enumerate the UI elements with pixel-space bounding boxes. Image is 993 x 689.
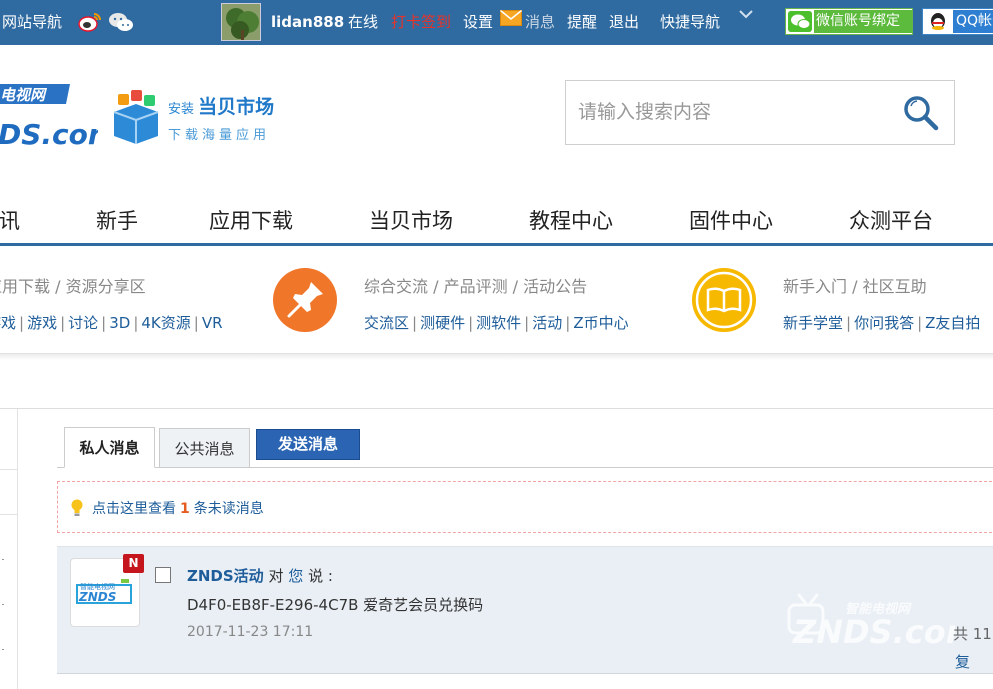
sidebar-bullet	[2, 604, 4, 605]
book-icon[interactable]	[692, 268, 756, 332]
search-input[interactable]	[578, 95, 878, 129]
wechat-bind-label: 微信账号绑定	[814, 10, 912, 33]
app-box-icon	[113, 90, 159, 144]
wechat-icon[interactable]	[108, 11, 134, 33]
message-checkbox[interactable]	[155, 567, 171, 583]
section-links-help: 新手学堂 | 你问我答 | Z友自拍	[783, 314, 981, 332]
section-link[interactable]: Z币中心	[573, 314, 628, 332]
message-header: ZNDS活动 对 您 说 :	[187, 565, 333, 586]
send-message-button[interactable]: 发送消息	[256, 429, 360, 460]
unread-notice: 点击这里查看 1 条未读消息	[57, 481, 993, 533]
weibo-icon[interactable]	[78, 11, 102, 33]
recipient-you[interactable]: 您	[288, 567, 303, 585]
reply-link[interactable]: 复	[955, 651, 970, 672]
pushpin-icon[interactable]	[273, 268, 337, 332]
unread-notice-link[interactable]: 点击这里查看 1 条未读消息	[92, 498, 264, 518]
lightbulb-icon	[71, 499, 83, 516]
sidebar-bullet	[2, 559, 4, 560]
avatar-logo-text: ZNDS	[78, 590, 116, 604]
message-row: 智能电视网 ZNDS N ZNDS活动 对 您 说 : D4F0-EB8F-E2…	[57, 546, 993, 674]
message-timestamp: 2017-11-23 17:11	[187, 624, 314, 640]
settings-link[interactable]: 设置	[463, 12, 493, 32]
dangbei-name: 当贝市场	[198, 96, 275, 118]
qq-login-button[interactable]: QQ帐号登录	[922, 8, 993, 35]
wechat-icon	[788, 11, 812, 32]
section-link[interactable]: 新手学堂	[783, 314, 843, 332]
notice-prefix: 点击这里查看	[92, 501, 176, 517]
section-link[interactable]: 4K资源	[141, 314, 190, 332]
section-links-community: 交流区 | 测硬件 | 测软件 | 活动 | Z币中心	[364, 314, 629, 332]
quick-nav-link[interactable]: 快捷导航	[660, 12, 720, 32]
nav-beginner[interactable]: 新手	[96, 205, 138, 235]
qq-penguin-icon	[931, 13, 945, 30]
section-link[interactable]: 测硬件	[420, 314, 465, 332]
online-status[interactable]: 在线	[348, 12, 378, 32]
dangbei-title: 安装 当贝市场	[168, 92, 274, 119]
tab-baseline	[57, 467, 993, 468]
section-title-help: 新手入门 / 社区互助	[783, 277, 927, 296]
section-link[interactable]: 你问我答	[854, 314, 914, 332]
section-link[interactable]: 交流区	[364, 314, 409, 332]
section-link[interactable]: 游戏	[27, 314, 57, 332]
sidebar-bullet	[2, 649, 4, 650]
section-link[interactable]: 讨论	[68, 314, 98, 332]
checkin-link[interactable]: 打卡签到	[391, 12, 451, 32]
qq-login-label: QQ帐号登录	[953, 10, 993, 33]
tab-public-messages[interactable]: 公共消息	[159, 428, 250, 468]
search-icon[interactable]	[901, 93, 941, 133]
to-label: 对	[268, 567, 284, 585]
section-link[interactable]: 测软件	[476, 314, 521, 332]
divider	[0, 408, 993, 409]
install-label: 安装	[168, 102, 195, 117]
message-count: 共 11	[953, 625, 992, 643]
logo-text: DS.com	[0, 118, 98, 151]
nav-beta-platform[interactable]: 众测平台	[849, 205, 933, 235]
logo-text-top: 电视网	[0, 86, 48, 104]
notice-suffix: 条未读消息	[193, 501, 264, 517]
says-label: 说 :	[308, 567, 333, 585]
section-link[interactable]: Z友自拍	[925, 314, 980, 332]
logout-link[interactable]: 退出	[609, 12, 639, 32]
nav-news[interactable]: 资讯	[0, 205, 20, 235]
dangbei-market-banner[interactable]: 安装 当贝市场 下载海量应用	[110, 88, 300, 148]
nav-dangbei-market[interactable]: 当贝市场	[369, 205, 453, 235]
chevron-down-icon[interactable]	[737, 8, 755, 20]
reminder-link[interactable]: 提醒	[567, 12, 597, 32]
avatar[interactable]	[221, 3, 261, 41]
watermark-text: ZNDS.com	[792, 613, 955, 651]
site-nav-link[interactable]: 网站导航	[2, 12, 62, 32]
left-sidebar	[0, 409, 18, 689]
tab-private-messages[interactable]: 私人消息	[64, 427, 155, 468]
section-links-resources: 游戏|游戏|讨论|3D|4K资源|VR	[0, 312, 223, 333]
new-badge: N	[123, 554, 144, 573]
search-box	[565, 80, 955, 145]
section-link[interactable]: 3D	[109, 314, 130, 332]
znds-watermark: 智能电视网 ZNDS.com	[787, 593, 955, 651]
messages-link[interactable]: 消息	[525, 12, 555, 32]
sidebar-divider	[0, 469, 18, 470]
section-link[interactable]: 游戏	[0, 314, 16, 332]
forum-sections: 应用下载 / 资源分享区 游戏|游戏|讨论|3D|4K资源|VR 综合交流 / …	[0, 246, 993, 354]
dangbei-slogan: 下载海量应用	[168, 128, 271, 143]
sidebar-divider	[0, 514, 18, 515]
nav-tutorial-center[interactable]: 教程中心	[529, 205, 613, 235]
top-bar: 网站导航 lidan888 在线 打卡签到 设置 消息 提醒 退出 快捷导航 微…	[0, 0, 993, 45]
message-content[interactable]: D4F0-EB8F-E296-4C7B 爱奇艺会员兑换码	[187, 594, 483, 615]
mail-icon	[500, 10, 522, 26]
unread-count: 1	[180, 501, 190, 517]
section-title-community: 综合交流 / 产品评测 / 活动公告	[364, 277, 588, 296]
section-title-resources: 应用下载 / 资源分享区	[0, 277, 146, 296]
section-link[interactable]: VR	[202, 314, 223, 332]
wechat-bind-button[interactable]: 微信账号绑定	[785, 8, 913, 35]
sender-name[interactable]: ZNDS活动	[187, 567, 264, 585]
nav-firmware-center[interactable]: 固件中心	[689, 205, 773, 235]
nav-app-download[interactable]: 应用下载	[209, 205, 293, 235]
section-link[interactable]: 活动	[532, 314, 562, 332]
username-link[interactable]: lidan888	[271, 12, 344, 32]
znds-logo[interactable]: 电视网 DS.com	[0, 80, 98, 155]
section-shadow	[0, 354, 993, 360]
